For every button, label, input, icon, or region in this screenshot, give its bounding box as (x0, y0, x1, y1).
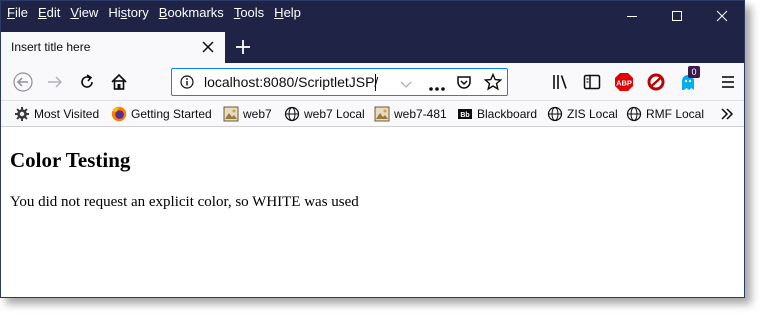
menu-help-label: elp (283, 5, 301, 20)
browser-window: File Edit View History Bookmarks Tools H… (0, 0, 745, 298)
block-icon (647, 73, 665, 91)
bookmark-zis-local[interactable]: ZIS Local (547, 105, 618, 123)
bookmark-getting-started[interactable]: Getting Started (111, 105, 212, 123)
adblock-plus-icon: ABP (615, 73, 633, 91)
maximize-icon (672, 11, 682, 21)
url-input[interactable]: localhost:8080/ScriptletJSP/ (204, 74, 378, 90)
forward-arrow-icon (48, 76, 63, 88)
globe-icon (284, 106, 300, 122)
text-cursor (375, 74, 376, 91)
page-actions-icon[interactable] (428, 79, 446, 97)
menu-bar: File Edit View History Bookmarks Tools H… (7, 4, 311, 22)
bookmark-label: web7-481 (394, 107, 447, 121)
page-content: Color Testing You did not request an exp… (1, 127, 744, 297)
close-icon (716, 10, 728, 22)
menu-help-access-key: H (274, 5, 284, 20)
sidebar-button[interactable] (582, 72, 602, 92)
bookmark-label: RMF Local (646, 107, 705, 121)
bookmark-rmf-local[interactable]: RMF Local (626, 105, 704, 123)
pocket-icon[interactable] (456, 74, 472, 95)
menu-edit-label: dit (46, 5, 61, 20)
page-message: You did not request an explicit color, s… (10, 194, 359, 210)
bookmark-web7[interactable]: web7 (223, 105, 272, 123)
double-chevron-right-icon (721, 108, 734, 120)
bookmark-label: Most Visited (34, 107, 100, 121)
minimize-icon (627, 16, 637, 17)
close-window-button[interactable] (699, 1, 744, 31)
bookmark-blackboard[interactable]: Bb Blackboard (457, 105, 537, 123)
plus-icon (236, 40, 250, 54)
menu-history-label-start: Hi (108, 5, 121, 20)
back-arrow-icon (13, 72, 33, 92)
gear-icon (15, 107, 29, 121)
menu-file-label: ile (14, 5, 28, 20)
svg-text:Bb: Bb (460, 112, 469, 119)
library-icon (553, 75, 567, 89)
library-button[interactable] (550, 72, 570, 92)
menu-view[interactable]: View (70, 4, 98, 22)
bookmark-web7-local[interactable]: web7 Local (284, 105, 365, 123)
tab-close-button[interactable] (201, 40, 215, 54)
image-icon (374, 106, 390, 122)
reload-button[interactable] (77, 72, 97, 92)
title-bar: File Edit View History Bookmarks Tools H… (1, 1, 744, 63)
home-button[interactable] (109, 72, 129, 92)
menu-view-label: iew (78, 5, 99, 20)
ghostery-button[interactable]: 0 (678, 66, 700, 92)
menu-bookmarks-label: ookmarks (167, 5, 224, 20)
chevron-down-icon[interactable] (400, 77, 412, 95)
adblock-plus-button[interactable]: ABP (614, 72, 634, 92)
bookmark-label: web7 Local (304, 107, 365, 121)
blackboard-icon: Bb (458, 109, 472, 119)
maximize-button[interactable] (654, 1, 700, 31)
open-menu-button[interactable] (718, 72, 738, 92)
bookmark-label: Blackboard (477, 107, 538, 121)
firefox-icon (111, 106, 127, 122)
bookmark-label: Getting Started (131, 107, 212, 121)
menu-file[interactable]: File (7, 4, 28, 22)
bookmark-label: web7 (243, 107, 272, 121)
menu-help[interactable]: Help (274, 4, 301, 22)
ublock-button[interactable] (646, 72, 666, 92)
menu-edit-access-key: E (37, 5, 47, 20)
page-heading: Color Testing (10, 148, 131, 172)
menu-bookmarks[interactable]: Bookmarks (159, 4, 224, 22)
menu-history[interactable]: History (108, 4, 148, 22)
tab-active[interactable]: Insert title here (1, 32, 225, 63)
tab-title: Insert title here (11, 40, 91, 54)
info-icon[interactable] (180, 75, 194, 89)
url-bar[interactable]: localhost:8080/ScriptletJSP/ (171, 68, 508, 96)
svg-text:ABP: ABP (616, 78, 632, 87)
bookmarks-toolbar: Most Visited Getting Started web7 web7 L… (1, 101, 744, 127)
menu-view-access-key: V (70, 5, 79, 20)
bookmarks-overflow-button[interactable] (719, 105, 735, 123)
close-icon (202, 41, 214, 53)
new-tab-button[interactable] (233, 37, 253, 57)
bookmark-most-visited[interactable]: Most Visited (14, 105, 99, 123)
star-bookmark-icon[interactable] (483, 72, 503, 96)
notification-badge: 0 (688, 66, 700, 78)
menu-edit[interactable]: Edit (38, 4, 60, 22)
menu-tools[interactable]: Tools (234, 4, 264, 22)
bookmark-web7-481[interactable]: web7-481 (374, 105, 447, 123)
menu-tools-label: ools (240, 5, 265, 20)
hamburger-menu-icon (722, 76, 734, 88)
menu-file-access-key: F (7, 5, 15, 20)
home-icon (111, 73, 127, 90)
sidebar-icon (583, 74, 601, 90)
back-button[interactable] (13, 72, 33, 92)
minimize-button[interactable] (609, 1, 655, 31)
image-icon (223, 106, 239, 122)
menu-history-label: tory (127, 5, 149, 20)
forward-button[interactable] (45, 72, 65, 92)
bookmark-label: ZIS Local (567, 107, 618, 121)
reload-icon (81, 74, 93, 88)
globe-icon (547, 106, 563, 122)
navigation-toolbar: localhost:8080/ScriptletJSP/ ABP 0 (1, 63, 744, 101)
globe-icon (626, 106, 642, 122)
